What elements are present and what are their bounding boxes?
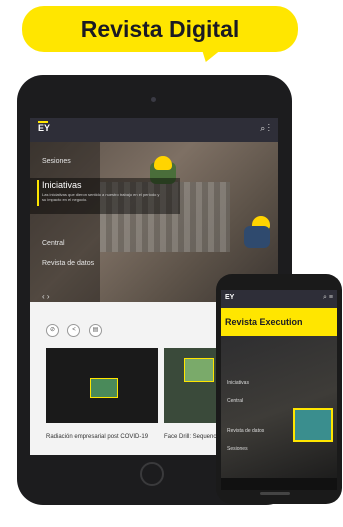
phone-menu-item[interactable]: Iniciativas [227,380,249,386]
phone-bottom-bar [221,478,337,490]
tablet-header: EY ⌕ ⋮ [30,118,278,142]
phone-highlight [293,408,333,442]
ey-logo[interactable]: EY [38,123,50,133]
phone-header: EY ⌕ ≡ [221,290,337,308]
tablet-home-button[interactable] [140,462,164,486]
active-marker [37,180,39,206]
print-icon[interactable]: ▤ [88,324,102,337]
header-icons[interactable]: ⌕ ⋮ [260,123,270,134]
card-caption[interactable]: Radiación empresarial post COVID-19 [46,434,158,440]
phone-screen: EY ⌕ ≡ Revista Execution Iniciativas Cen… [221,290,337,490]
phone-menu-item[interactable]: Sesiones [227,446,248,452]
card-highlight [90,378,118,398]
banner-title: Revista Digital [80,16,240,42]
tablet-camera [151,97,156,102]
worker-figure [244,226,270,248]
ey-logo[interactable]: EY [225,294,234,301]
phone-menu-item[interactable]: Revista de datos [227,428,264,434]
tablet-menu: Sesiones Iniciativas Las iniciativas que… [30,142,190,302]
menu-item-description: Las iniciativas que dieron sentido a nue… [42,192,160,202]
share-icon[interactable]: < [67,324,81,337]
menu-item-revista-datos[interactable]: Revista de datos [42,260,94,267]
menu-item-sesiones[interactable]: Sesiones [42,158,71,165]
share-bar: ⊘ < ▤ [46,318,106,337]
menu-item-iniciativas[interactable]: Iniciativas [42,180,82,190]
phone-title: Revista Execution [225,317,303,327]
hero-nav-arrows[interactable]: ‹ › [42,292,50,301]
article-card[interactable] [46,348,158,423]
link-icon[interactable]: ⊘ [46,324,59,337]
menu-item-central[interactable]: Central [42,240,65,247]
header-icons[interactable]: ⌕ ≡ [323,294,333,302]
phone-home-indicator[interactable] [260,492,290,495]
card-highlight [184,358,214,382]
phone-menu-item[interactable]: Central [227,398,243,404]
